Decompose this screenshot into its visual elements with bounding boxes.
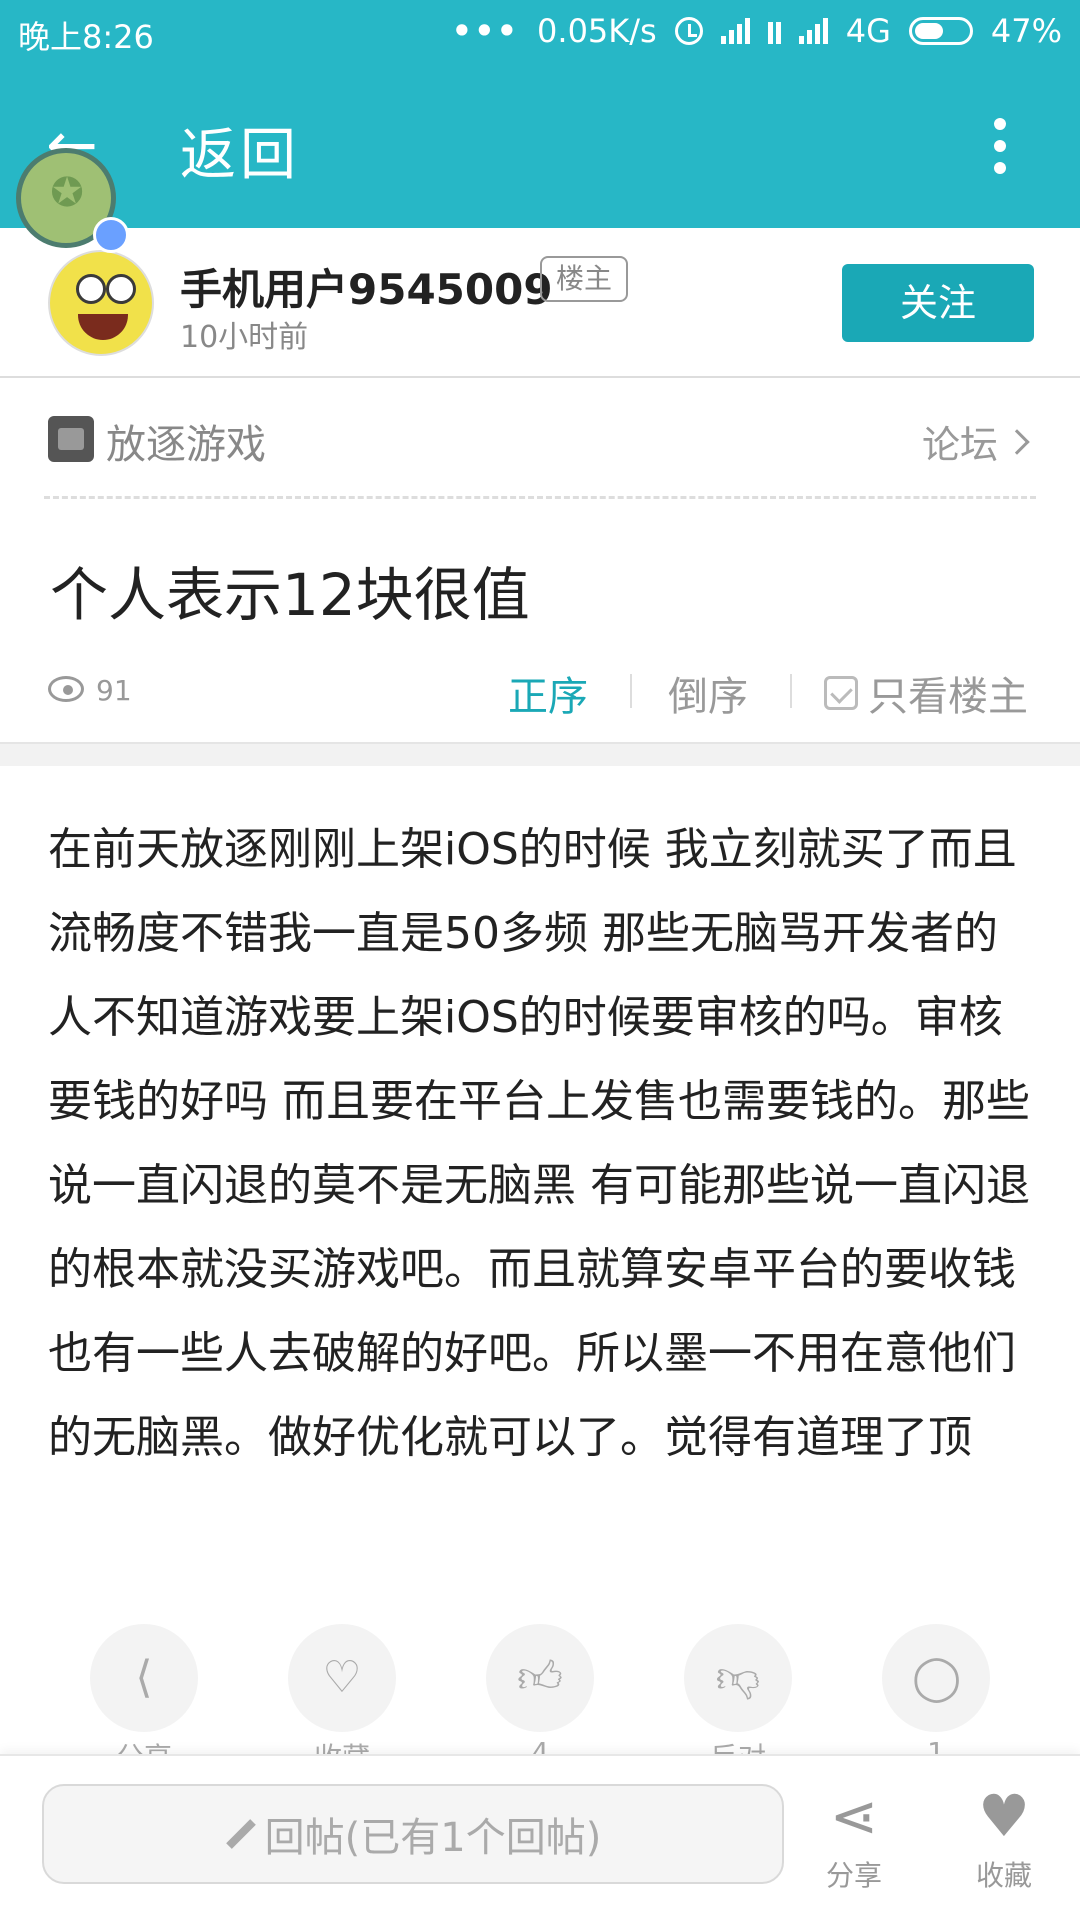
dashed-divider <box>44 496 1036 499</box>
checkbox-icon <box>824 676 858 710</box>
post-actions: ⟨ 分享 ♡ 收藏 👍︎ 4 👎︎ 反对 ◯ 1 <box>0 1624 1080 1754</box>
back-button-label[interactable]: 返回 <box>180 110 300 191</box>
thumbs-up-icon: 👍︎ <box>517 1652 563 1703</box>
oppose-action-label: 反对 <box>684 1736 792 1754</box>
network-type: 4G <box>845 12 891 50</box>
share-action-label: 分享 <box>90 1736 198 1754</box>
comment-count: 1 <box>927 1736 945 1754</box>
share-action[interactable]: ⟨ <box>90 1624 198 1732</box>
favorite-action-label: 收藏 <box>288 1736 396 1754</box>
signal-icon-2 <box>798 18 828 44</box>
post-time: 10小时前 <box>180 320 309 355</box>
data-arrows-icon <box>767 18 781 44</box>
avatar[interactable] <box>48 250 154 356</box>
sort-descending-tab[interactable]: 倒序 <box>668 664 748 722</box>
star-emblem-icon: ✪ <box>50 170 84 216</box>
battery-icon <box>908 17 973 45</box>
only-owner-toggle[interactable]: 只看楼主 <box>824 664 1028 722</box>
sort-ascending-tab[interactable]: 正序 <box>508 664 588 722</box>
author-row: 手机用户9545009 楼主 10小时前 关注 <box>0 228 1080 378</box>
network-speed: 0.05K/s <box>537 12 657 50</box>
follow-button[interactable]: 关注 <box>842 264 1034 342</box>
share-button[interactable]: ⋖ 分享 <box>794 1778 914 1908</box>
like-count: 4 <box>531 1736 549 1754</box>
like-action[interactable]: 👍︎ <box>486 1624 594 1732</box>
eye-icon <box>48 676 84 702</box>
reply-input[interactable]: 回帖(已有1个回帖) <box>42 1784 784 1884</box>
post-title: 个人表示12块很值 <box>50 561 530 629</box>
post-meta: 91 正序 倒序 只看楼主 <box>48 660 1048 720</box>
status-bar: 晚上8:26 ••• 0.05K/s 4G 47% <box>0 0 1080 62</box>
owner-badge: 楼主 <box>540 256 629 302</box>
divider <box>630 674 632 708</box>
forum-name[interactable]: 放逐游戏 <box>106 412 266 470</box>
comment-action[interactable]: ◯ <box>882 1624 990 1732</box>
more-menu-icon[interactable] <box>990 118 1010 174</box>
signal-icon <box>720 18 750 44</box>
favorite-action[interactable]: ♡ <box>288 1624 396 1732</box>
section-divider <box>0 742 1080 766</box>
post-body: 在前天放逐刚刚上架iOS的时候 我立刻就买了而且流畅度不错我一直是50多频 那些… <box>48 824 1030 1463</box>
floating-badge-icon[interactable]: ✪ <box>16 148 129 253</box>
alarm-icon <box>674 17 703 45</box>
only-owner-label: 只看楼主 <box>868 674 1028 720</box>
thumbs-down-icon: 👎︎ <box>715 1652 761 1703</box>
favorite-button-label: 收藏 <box>975 1859 1032 1892</box>
author-name[interactable]: 手机用户9545009 <box>180 256 553 317</box>
app-header: 晚上8:26 ••• 0.05K/s 4G 47% ← 返回 <box>0 0 1080 228</box>
view-count: 91 <box>96 674 132 707</box>
forum-link-label: 论坛 <box>921 423 998 467</box>
oppose-action[interactable]: 👎︎ <box>684 1624 792 1732</box>
comment-icon: ◯ <box>912 1652 962 1703</box>
divider <box>790 674 792 708</box>
forum-row[interactable]: 放逐游戏 论坛 <box>44 400 1036 500</box>
group-icon <box>93 217 129 253</box>
reply-placeholder: 回帖(已有1个回帖) <box>264 1815 602 1861</box>
status-right: ••• 0.05K/s 4G 47% <box>452 12 1062 50</box>
more-notifications-icon: ••• <box>451 12 520 50</box>
reply-placeholder-wrap: 回帖(已有1个回帖) <box>44 1786 782 1882</box>
bottom-bar: 回帖(已有1个回帖) ⋖ 分享 ♥ 收藏 <box>0 1754 1080 1920</box>
forum-game-icon <box>48 416 94 462</box>
chevron-right-icon <box>1004 428 1030 455</box>
pencil-icon <box>225 1819 255 1849</box>
share-button-label: 分享 <box>825 1859 882 1892</box>
heart-icon: ♥ <box>978 1782 1030 1850</box>
favorite-button[interactable]: ♥ 收藏 <box>944 1778 1064 1908</box>
status-time: 晚上8:26 <box>18 18 154 56</box>
share-icon: ⟨ <box>135 1652 153 1703</box>
battery-percent: 47% <box>990 12 1062 50</box>
share-icon: ⋖ <box>829 1782 879 1850</box>
forum-link[interactable]: 论坛 <box>921 414 1030 469</box>
heart-icon: ♡ <box>322 1652 362 1703</box>
